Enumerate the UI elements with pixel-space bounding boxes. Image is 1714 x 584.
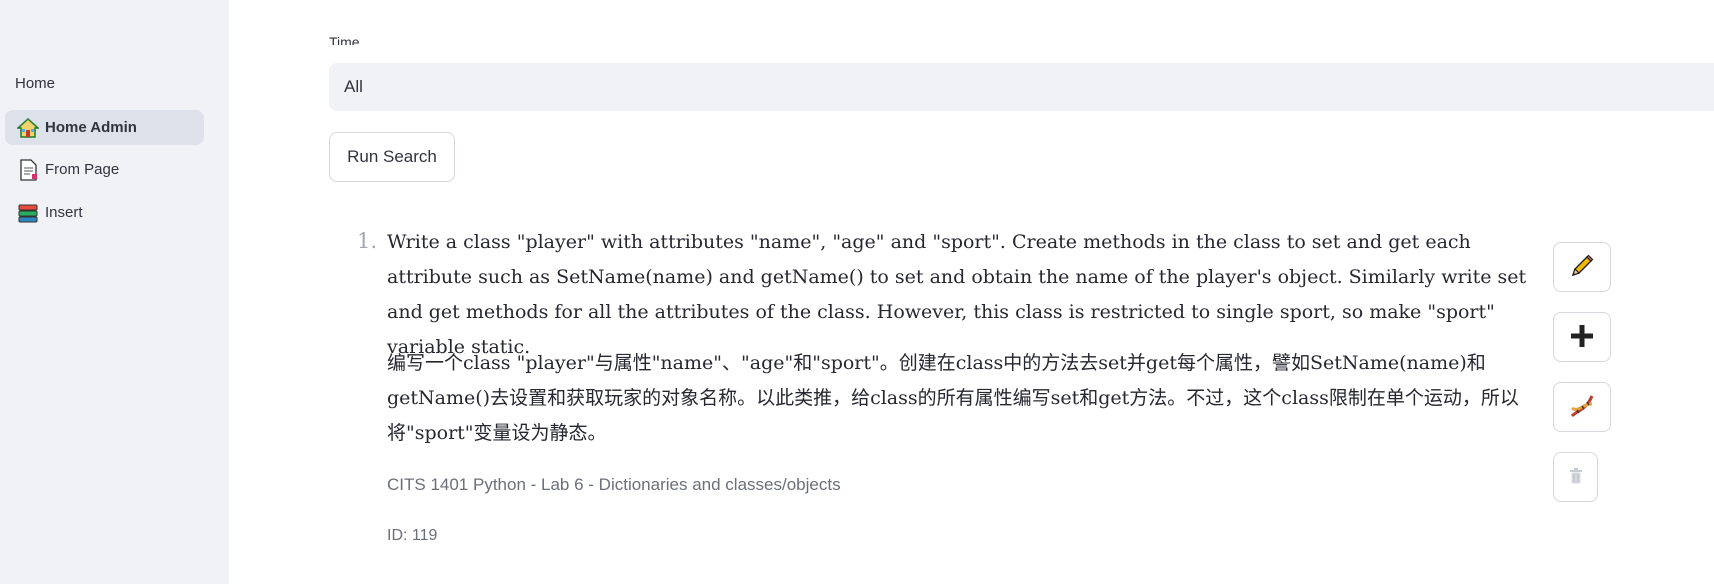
trash-icon (1569, 467, 1583, 488)
dna-button[interactable] (1553, 382, 1611, 432)
time-filter-label: Time (329, 34, 360, 45)
question-text-chinese: 编写一个class "player"与属性"name"、"age"和"sport… (387, 352, 1519, 444)
question-source: CITS 1401 Python - Lab 6 - Dictionaries … (387, 475, 841, 494)
time-filter-value: All (344, 77, 363, 96)
sidebar-item-insert[interactable]: Insert (5, 195, 204, 230)
sidebar-item-from-page[interactable]: From Page (5, 152, 204, 187)
time-filter-select[interactable]: All (329, 63, 1714, 111)
sidebar-heading-home[interactable]: Home (15, 75, 55, 92)
sidebar-item-label: From Page (45, 161, 120, 178)
sidebar-item-label: Home Admin (45, 119, 137, 136)
dna-icon (1569, 393, 1595, 422)
sidebar-item-label: Insert (45, 204, 83, 221)
house-icon (16, 117, 40, 139)
page-icon (17, 158, 39, 181)
run-search-button[interactable]: Run Search (329, 132, 455, 182)
pencil-icon (1569, 253, 1595, 282)
question-id: ID: 119 (387, 527, 438, 544)
sidebar-item-home-admin[interactable]: Home Admin (5, 110, 204, 145)
plus-icon (1569, 323, 1595, 352)
books-icon (17, 202, 39, 224)
main-content: Time All Run Search 1. Write a class "pl… (229, 0, 1714, 584)
delete-button[interactable] (1553, 452, 1598, 502)
add-button[interactable] (1553, 312, 1611, 362)
result-number: 1. (357, 229, 378, 253)
question-text-english: Write a class "player" with attributes "… (387, 231, 1527, 358)
edit-button[interactable] (1553, 242, 1611, 292)
sidebar: Home Home Admin From Page Insert (0, 0, 229, 584)
